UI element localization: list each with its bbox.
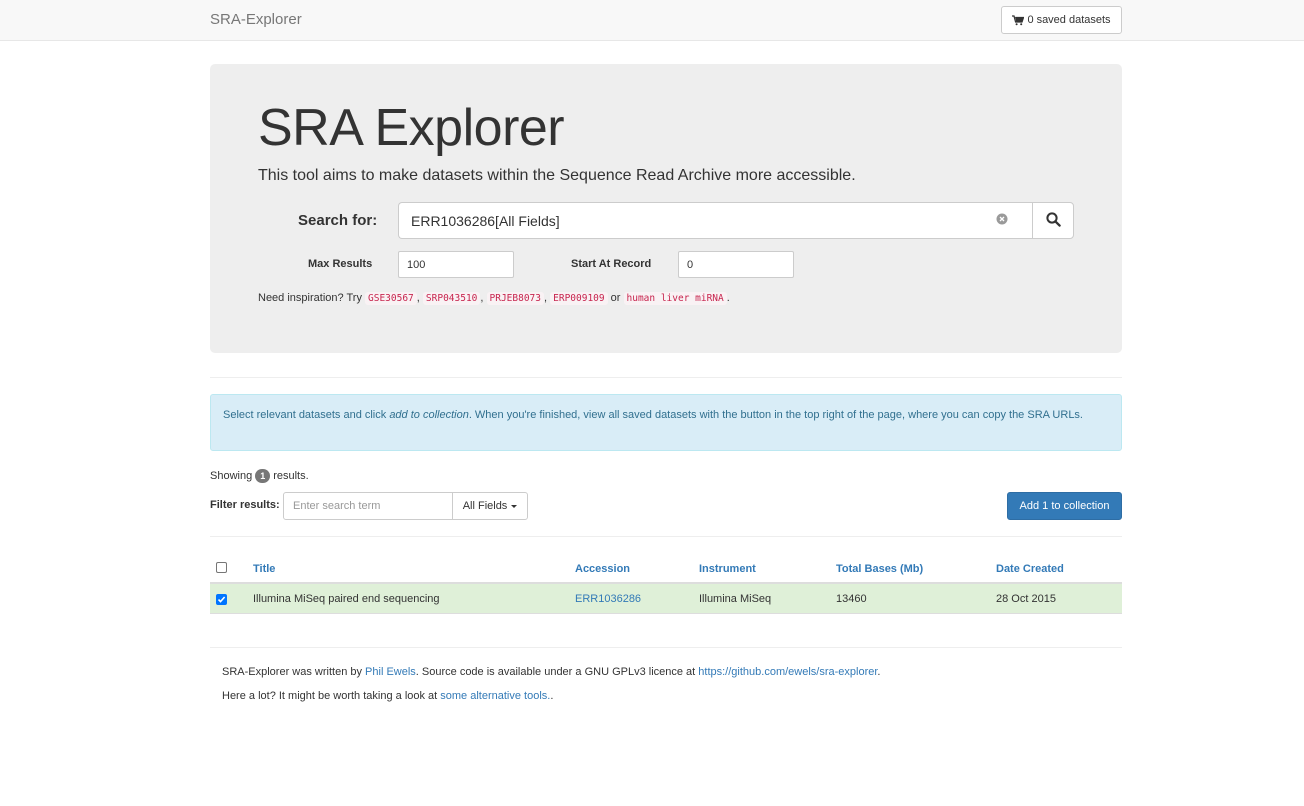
page-title: SRA Explorer: [258, 99, 565, 157]
add-to-collection-button[interactable]: Add 1 to collection: [1007, 492, 1122, 520]
row-accession-link[interactable]: ERR1036286: [575, 593, 641, 605]
divider: [210, 536, 1122, 537]
column-header-title[interactable]: Title: [253, 563, 275, 575]
start-record-input[interactable]: 0: [678, 251, 794, 278]
footer-line-1: SRA-Explorer was written by Phil Ewels. …: [222, 666, 880, 678]
alert-emphasis: add to collection: [389, 409, 469, 421]
repo-link[interactable]: https://github.com/ewels/sra-explorer: [698, 666, 877, 678]
example-query[interactable]: SRP043510: [422, 292, 481, 305]
start-record-label: Start At Record: [571, 258, 652, 270]
column-header-accession[interactable]: Accession: [575, 563, 630, 575]
row-instrument: Illumina MiSeq: [699, 593, 772, 605]
example-query[interactable]: GSE30567: [365, 292, 417, 305]
saved-label: saved datasets: [1036, 14, 1111, 26]
magnifier-icon: [1045, 211, 1061, 230]
filter-label: Filter results:: [210, 499, 280, 511]
inspiration-line: Need inspiration? Try GSE30567, SRP04351…: [258, 292, 730, 305]
column-header-date[interactable]: Date Created: [996, 563, 1064, 575]
field-select-dropdown[interactable]: All Fields: [452, 492, 528, 520]
row-date: 28 Oct 2015: [996, 593, 1056, 605]
jumbotron: SRA Explorer This tool aims to make data…: [210, 64, 1122, 353]
info-alert: Select relevant datasets and click add t…: [210, 394, 1122, 451]
row-bases: 13460: [836, 593, 867, 605]
caret-down-icon: [511, 505, 518, 508]
search-label: Search for:: [298, 212, 378, 229]
showing-suffix: results.: [273, 470, 309, 482]
checkmark-icon: [217, 596, 226, 603]
row-checkbox[interactable]: [216, 594, 227, 605]
table-header: Title Accession Instrument Total Bases (…: [210, 553, 1122, 584]
lead-text: This tool aims to make datasets within t…: [258, 167, 856, 184]
example-query[interactable]: human liver miRNA: [623, 292, 727, 305]
count-badge: 1: [255, 469, 271, 483]
inspiration-prefix: Need inspiration? Try: [258, 292, 362, 304]
footer-text: SRA-Explorer was written by: [222, 666, 366, 678]
author-link[interactable]: Phil Ewels: [365, 666, 416, 678]
filter-input[interactable]: Enter search term: [283, 492, 453, 520]
example-query[interactable]: ERP009109: [550, 292, 608, 305]
table-row[interactable]: Illumina MiSeq paired end sequencing ERR…: [210, 584, 1122, 614]
alternative-tools-link[interactable]: some alternative tools.: [440, 690, 550, 702]
footer-text: . Source code is available under a GNU G…: [415, 666, 699, 678]
showing-prefix: Showing: [210, 470, 253, 482]
navbar: SRA-Explorer 0 saved datasets: [0, 0, 1304, 41]
column-header-instrument[interactable]: Instrument: [699, 563, 756, 575]
footer-text: .: [877, 666, 881, 678]
or-text: or: [610, 292, 621, 304]
select-all-checkbox[interactable]: [216, 562, 227, 573]
search-button[interactable]: [1032, 202, 1074, 239]
results-count: Showing 1 results.: [210, 469, 309, 483]
footer-text: .: [550, 690, 554, 702]
divider: [210, 647, 1122, 648]
search-value: ERR1036286[All Fields]: [411, 212, 560, 229]
alert-text: Select relevant datasets and click: [223, 409, 390, 421]
saved-count: 0: [1027, 14, 1034, 26]
clear-circle-icon[interactable]: [996, 213, 1008, 225]
footer-line-2: Here a lot? It might be worth taking a l…: [222, 690, 553, 702]
alert-text: . When you're finished, view all saved d…: [468, 409, 1083, 421]
saved-datasets-button[interactable]: 0 saved datasets: [1001, 6, 1122, 34]
example-query[interactable]: PRJEB8073: [486, 292, 544, 305]
search-input[interactable]: ERR1036286[All Fields]: [398, 202, 1033, 239]
shopping-cart-icon: [1012, 14, 1025, 26]
max-results-label: Max Results: [308, 258, 373, 270]
column-header-bases[interactable]: Total Bases (Mb): [836, 563, 923, 575]
max-results-input[interactable]: 100: [398, 251, 514, 278]
field-select-label: All Fields: [462, 500, 508, 512]
footer-text: Here a lot? It might be worth taking a l…: [222, 690, 441, 702]
brand-link[interactable]: SRA-Explorer: [210, 11, 302, 28]
row-title: Illumina MiSeq paired end sequencing: [253, 593, 440, 605]
divider: [210, 377, 1122, 378]
